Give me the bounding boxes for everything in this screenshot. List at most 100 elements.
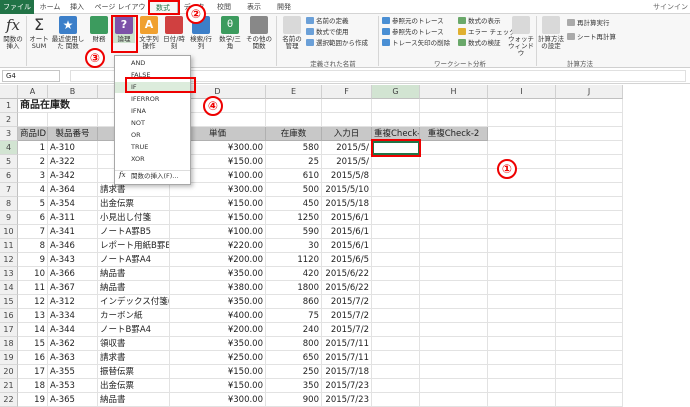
table-cell[interactable]: ¥150.00 (170, 197, 266, 211)
table-cell[interactable] (556, 225, 623, 239)
table-cell[interactable] (488, 253, 556, 267)
table-cell[interactable]: A-341 (48, 225, 98, 239)
table-cell[interactable]: 420 (266, 267, 322, 281)
table-cell[interactable] (372, 281, 420, 295)
table-cell[interactable] (556, 267, 623, 281)
table-cell[interactable]: 出金伝票 (98, 197, 170, 211)
table-cell[interactable] (488, 113, 556, 127)
table-cell[interactable]: 11 (18, 281, 48, 295)
row-header[interactable]: 14 (0, 281, 18, 295)
table-cell[interactable]: A-364 (48, 183, 98, 197)
table-cell[interactable] (488, 379, 556, 393)
table-cell[interactable] (420, 155, 488, 169)
column-title[interactable]: 在庫数 (266, 127, 322, 141)
table-cell[interactable] (420, 99, 488, 113)
table-cell[interactable] (372, 295, 420, 309)
table-cell[interactable]: 650 (266, 351, 322, 365)
table-cell[interactable] (372, 323, 420, 337)
table-cell[interactable] (420, 295, 488, 309)
table-cell[interactable] (372, 183, 420, 197)
table-cell[interactable]: 19 (18, 393, 48, 407)
table-cell[interactable] (556, 113, 623, 127)
table-cell[interactable] (488, 99, 556, 113)
menu-item-true[interactable]: TRUE (115, 142, 190, 153)
table-cell[interactable] (420, 337, 488, 351)
table-cell[interactable]: 860 (266, 295, 322, 309)
table-cell[interactable]: 2015/6/1 (322, 239, 372, 253)
table-cell[interactable]: 請求書 (98, 183, 170, 197)
autosum-button[interactable]: Σ オート SUM (28, 16, 50, 50)
table-cell[interactable]: 2015/5/ (322, 155, 372, 169)
tab-view[interactable]: 表示 (240, 1, 268, 14)
table-cell[interactable]: 75 (266, 309, 322, 323)
table-cell[interactable] (372, 99, 420, 113)
table-cell[interactable] (266, 99, 322, 113)
table-cell[interactable]: 2015/6/22 (322, 267, 372, 281)
table-cell[interactable]: ノートA罫A4 (98, 253, 170, 267)
table-cell[interactable]: 15 (18, 337, 48, 351)
table-cell[interactable]: ¥300.00 (170, 183, 266, 197)
table-cell[interactable]: 12 (18, 295, 48, 309)
tab-review[interactable]: 校閲 (210, 1, 238, 14)
table-cell[interactable]: ¥220.00 (170, 239, 266, 253)
table-cell[interactable]: A-366 (48, 267, 98, 281)
table-cell[interactable]: 1 (18, 141, 48, 155)
table-cell[interactable] (556, 99, 623, 113)
recent-functions-button[interactable]: ★ 最近使用した 関数 (51, 16, 85, 50)
table-cell[interactable] (488, 141, 556, 155)
table-cell[interactable]: 2015/7/23 (322, 379, 372, 393)
row-header[interactable]: 17 (0, 323, 18, 337)
table-cell[interactable]: 5 (18, 197, 48, 211)
row-header[interactable]: 22 (0, 393, 18, 407)
table-cell[interactable]: 350 (266, 379, 322, 393)
table-cell[interactable]: A-346 (48, 239, 98, 253)
table-cell[interactable]: 2015/7/2 (322, 309, 372, 323)
table-cell[interactable] (372, 239, 420, 253)
menu-item-and[interactable]: AND (115, 58, 190, 69)
table-cell[interactable]: 1800 (266, 281, 322, 295)
text-functions-button[interactable]: A 文字列 操作 (137, 16, 161, 50)
table-cell[interactable]: 4 (18, 183, 48, 197)
table-cell[interactable] (420, 379, 488, 393)
table-cell[interactable] (488, 225, 556, 239)
table-cell[interactable]: ¥350.00 (170, 295, 266, 309)
table-cell[interactable]: 2015/5/10 (322, 183, 372, 197)
table-cell[interactable] (420, 351, 488, 365)
column-header[interactable]: A (18, 85, 48, 99)
row-header[interactable]: 6 (0, 169, 18, 183)
create-from-selection-button[interactable]: 選択範囲から作成 (306, 39, 368, 47)
column-title[interactable]: 入力日 (322, 127, 372, 141)
table-cell[interactable] (372, 169, 420, 183)
table-cell[interactable]: 450 (266, 197, 322, 211)
name-box[interactable]: G4 (2, 70, 60, 82)
table-cell[interactable]: A-310 (48, 141, 98, 155)
error-check-button[interactable]: エラー チェック (458, 28, 516, 36)
table-cell[interactable] (420, 267, 488, 281)
table-cell[interactable] (420, 141, 488, 155)
select-all-corner[interactable] (0, 85, 18, 99)
table-cell[interactable]: A-344 (48, 323, 98, 337)
table-cell[interactable]: ¥350.00 (170, 267, 266, 281)
tab-file[interactable]: ファイル (0, 0, 34, 14)
table-cell[interactable]: 2015/7/11 (322, 337, 372, 351)
table-cell[interactable] (372, 309, 420, 323)
table-cell[interactable] (556, 127, 623, 141)
table-cell[interactable] (488, 351, 556, 365)
table-cell[interactable] (420, 211, 488, 225)
table-cell[interactable]: インデックス付箋(蛍光) (98, 295, 170, 309)
column-header[interactable]: J (556, 85, 623, 99)
table-cell[interactable]: 16 (18, 351, 48, 365)
table-cell[interactable] (488, 323, 556, 337)
column-header[interactable]: B (48, 85, 98, 99)
tab-insert[interactable]: 挿入 (64, 1, 90, 14)
row-header[interactable]: 20 (0, 365, 18, 379)
row-header[interactable]: 18 (0, 337, 18, 351)
table-cell[interactable]: ¥300.00 (170, 393, 266, 407)
table-cell[interactable]: 振替伝票 (98, 365, 170, 379)
table-cell[interactable]: 1250 (266, 211, 322, 225)
table-cell[interactable]: ¥150.00 (170, 379, 266, 393)
table-cell[interactable]: 2015/6/5 (322, 253, 372, 267)
table-cell[interactable] (488, 281, 556, 295)
table-cell[interactable] (488, 393, 556, 407)
table-cell[interactable]: 7 (18, 225, 48, 239)
